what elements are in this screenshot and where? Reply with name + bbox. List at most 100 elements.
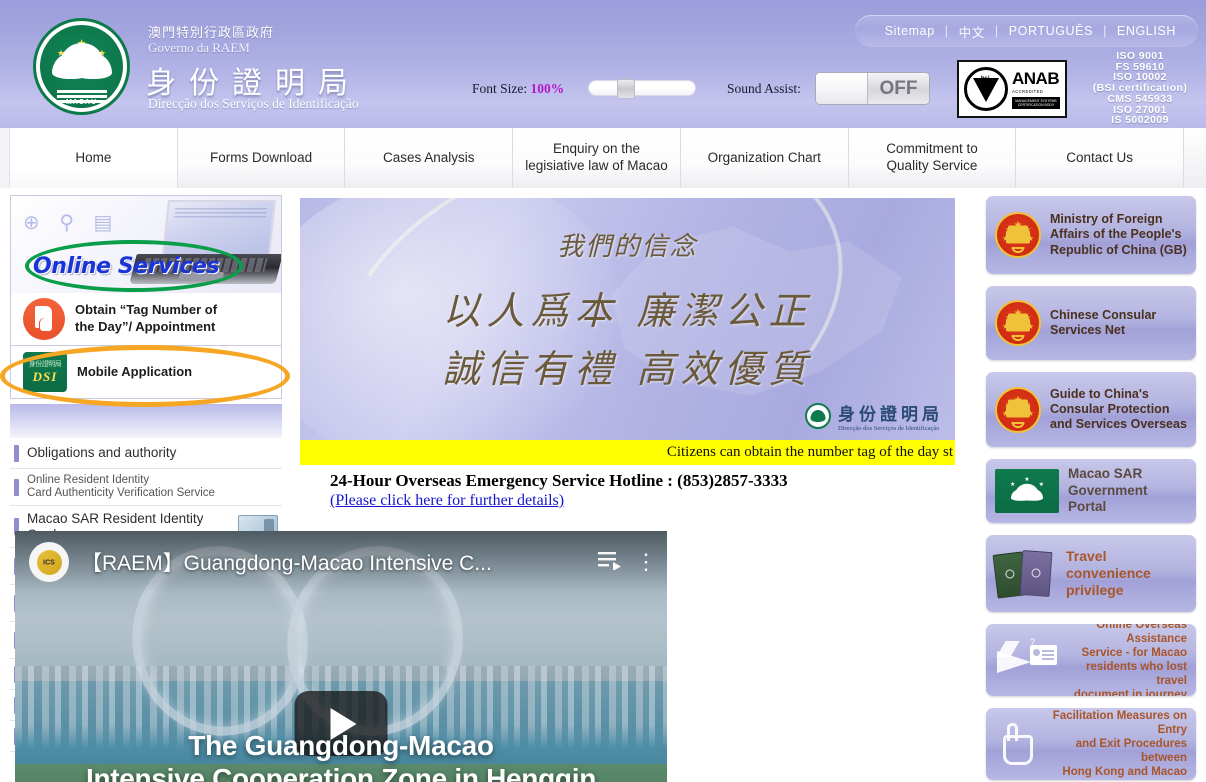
nav-item-enquiry-legislative-law[interactable]: Enquiry on the legisiative law of Macao (513, 128, 681, 188)
font-size-label: Font Size: 100% (472, 81, 564, 97)
watch-later-playlist-icon[interactable] (597, 550, 623, 575)
banner-line-2: 以人爲本 廉潔公正 (300, 280, 955, 335)
video-caption-line-1: The Guangdong-Macao (15, 729, 667, 762)
youtube-video-player[interactable]: 【RAEM】Guangdong-Macao Intensive C... ⋮ T… (15, 531, 667, 782)
hotline-details-link[interactable]: (Please click here for further details) (300, 492, 564, 510)
emergency-hotline-text: 24-Hour Overseas Emergency Service Hotli… (300, 471, 955, 491)
anab-text-block: ANAB ACCREDITED MANAGEMENT SYSTEMS CERTI… (1012, 69, 1060, 110)
language-bar: Sitemap | 中文 | PORTUGUÊS | ENGLISH (855, 15, 1198, 47)
anab-wordmark: ANAB (1012, 69, 1060, 89)
link-macao-sar-government-portal[interactable]: ★ ★ ★ Macao SAR Government Portal (986, 459, 1196, 523)
sound-assist-state: OFF (868, 73, 929, 104)
link-label: Facilitation Measures on Entry and Exit … (1050, 709, 1187, 779)
main-content: 我們的信念 以人爲本 廉潔公正 誠信有禮 高效優質 身份證明局 Direcção… (300, 198, 955, 510)
more-options-icon[interactable]: ⋮ (635, 555, 649, 568)
separator: | (995, 24, 999, 38)
sitemap-link[interactable]: Sitemap (885, 24, 935, 38)
sound-assist-toggle-knob[interactable] (816, 73, 868, 104)
nav-right-edge (1184, 128, 1206, 188)
app-icon-dsi: DSI (33, 369, 58, 385)
page-root: 中華人民共和國澳門特別行政區 ★ ★ ★ ★ ★ MACAU 澳門特別行政區政府… (0, 0, 1206, 782)
macau-sar-emblem-icon: 中華人民共和國澳門特別行政區 ★ ★ ★ ★ ★ MACAU (33, 18, 130, 115)
nav-item-organization-chart[interactable]: Organization Chart (681, 128, 849, 188)
banner-line-3: 誠信有禮 高效優質 (300, 338, 955, 393)
online-services-banner[interactable]: ⊕ ⚲ ▤ Online Services (10, 195, 282, 293)
iso-line: IS 5002009 (1076, 115, 1204, 126)
link-guide-consular-protection[interactable]: ★ ★ ★ ★ ★ Guide to China's Consular Prot… (986, 372, 1196, 447)
banner-logo-chinese: 身份證明局 (838, 400, 943, 425)
page-body: ⊕ ⚲ ▤ Online Services Obtain “Tag Number… (0, 188, 1206, 782)
plane-id-icon: ? (995, 637, 1057, 683)
nav-item-commitment-quality-service[interactable]: Commitment to Quality Service (849, 128, 1017, 188)
macau-flag-icon: ★ ★ ★ (995, 469, 1059, 513)
link-ministry-foreign-affairs[interactable]: ★ ★ ★ ★ ★ Ministry of Foreign Affairs of… (986, 196, 1196, 274)
sidebar-item-online-identity-verification[interactable]: Online Resident Identity Card Authentici… (10, 469, 282, 506)
link-label: Macao SAR Government Portal (1068, 466, 1187, 515)
nav-left-edge (0, 128, 10, 188)
link-label: Guide to China's Consular Protection and… (1050, 387, 1187, 433)
language-chinese-link[interactable]: 中文 (959, 22, 985, 41)
china-emblem-icon: ★ ★ ★ ★ ★ (995, 387, 1041, 433)
separator: | (945, 24, 949, 38)
government-name-chinese: 澳門特別行政區政府 (148, 22, 274, 41)
language-english-link[interactable]: ENGLISH (1117, 24, 1176, 38)
font-size-value: 100% (531, 81, 565, 96)
separator: | (1103, 24, 1107, 38)
emblem-macau-text: MACAU (40, 99, 123, 106)
news-ticker[interactable]: Citizens can obtain the number tag of th… (300, 440, 955, 465)
language-portuguese-link[interactable]: PORTUGUÊS (1009, 24, 1093, 38)
link-chinese-consular-services-net[interactable]: ★ ★ ★ ★ ★ Chinese Consular Services Net (986, 286, 1196, 360)
nav-item-forms-download[interactable]: Forms Download (178, 128, 346, 188)
bridge-icon (57, 90, 107, 93)
sidebar-item-obligations-and-authority[interactable]: Obligations and authority (10, 438, 282, 469)
tag-number-icon (23, 298, 65, 340)
banner-logo-portuguese: Direcção dos Serviços de Identificação (838, 425, 943, 432)
motto-banner: 我們的信念 以人爲本 廉潔公正 誠信有禮 高效優質 身份證明局 Direcção… (300, 198, 955, 440)
bullet-icon (14, 445, 19, 462)
app-icon-chinese: 身份證明局 (29, 359, 62, 369)
bsi-kitemark-icon: bsi. (964, 67, 1008, 111)
link-online-overseas-assistance[interactable]: ? Online Overseas Assistance Service - f… (986, 624, 1196, 696)
iso-line: CMS 545933 (1076, 94, 1204, 105)
iso-certification-list: ISO 9001 FS 59610 ISO 10002 (BSI certifi… (1076, 51, 1204, 126)
video-title[interactable]: 【RAEM】Guangdong-Macao Intensive C... (81, 547, 585, 577)
sidebar-panel-header (10, 404, 282, 438)
nav-item-home[interactable]: Home (10, 128, 178, 188)
sound-assist-toggle[interactable]: OFF (815, 72, 930, 105)
anab-subtext: ACCREDITED (1012, 89, 1060, 94)
web-service-icons: ⊕ ⚲ ▤ (23, 210, 119, 235)
service-label: Obtain “Tag Number of the Day”/ Appointm… (75, 302, 217, 336)
emblem-star-icon: ★ (104, 67, 112, 76)
service-mobile-application[interactable]: 身份證明局 DSI Mobile Application (10, 346, 282, 399)
sidebar-item-label: Obligations and authority (27, 445, 278, 461)
passports-icon (995, 549, 1057, 599)
font-size-slider[interactable] (588, 80, 696, 96)
dsi-logo-icon (805, 403, 831, 429)
service-label: Mobile Application (77, 364, 192, 381)
link-label: Travel convenience privilege (1066, 548, 1151, 599)
bsi-triangle-icon (973, 78, 999, 102)
video-top-bar: 【RAEM】Guangdong-Macao Intensive C... ⋮ (15, 531, 667, 593)
font-size-slider-thumb[interactable] (617, 79, 635, 99)
government-name-portuguese: Governo da RAEM (148, 40, 250, 56)
link-travel-convenience-privilege[interactable]: Travel convenience privilege (986, 535, 1196, 612)
sidebar-item-label: Online Resident Identity Card Authentici… (27, 474, 278, 500)
hand-icon (995, 721, 1041, 767)
china-emblem-icon: ★ ★ ★ ★ ★ (995, 300, 1041, 346)
font-size-text: Font Size: (472, 81, 527, 96)
banner-line-1: 我們的信念 (300, 226, 955, 263)
site-header: 中華人民共和國澳門特別行政區 ★ ★ ★ ★ ★ MACAU 澳門特別行政區政府… (0, 0, 1206, 128)
video-caption-line-2: Intensive Cooperation Zone in Hengqin (15, 762, 667, 782)
ticker-text: Citizens can obtain the number tag of th… (667, 444, 953, 461)
right-sidebar: ★ ★ ★ ★ ★ Ministry of Foreign Affairs of… (986, 196, 1196, 782)
banner-department-logo: 身份證明局 Direcção dos Serviços de Identific… (805, 400, 943, 432)
channel-avatar[interactable] (29, 542, 69, 582)
nav-item-cases-analysis[interactable]: Cases Analysis (345, 128, 513, 188)
link-label: Chinese Consular Services Net (1050, 308, 1156, 339)
link-facilitation-measures-entry-exit[interactable]: Facilitation Measures on Entry and Exit … (986, 708, 1196, 780)
nav-item-contact-us[interactable]: Contact Us (1016, 128, 1184, 188)
china-emblem-icon: ★ ★ ★ ★ ★ (995, 212, 1041, 258)
green-highlight-ellipse (25, 240, 243, 292)
service-obtain-tag-number[interactable]: Obtain “Tag Number of the Day”/ Appointm… (10, 293, 282, 346)
dsi-app-icon: 身份證明局 DSI (23, 352, 67, 392)
